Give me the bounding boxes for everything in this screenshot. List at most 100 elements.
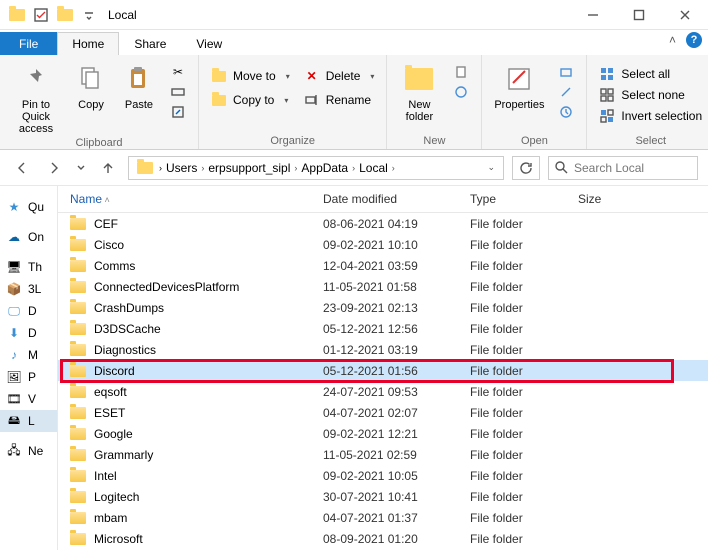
invert-icon — [599, 108, 615, 124]
nav-onedrive[interactable]: ☁On — [0, 226, 57, 248]
copy-to-button[interactable]: Copy to — [207, 91, 294, 109]
folder-icon — [70, 470, 86, 482]
group-new: New folder New — [387, 55, 482, 149]
invert-selection-button[interactable]: Invert selection — [595, 107, 706, 125]
qat-folder-icon[interactable] — [6, 4, 28, 26]
nav-this-pc[interactable]: 🖥Th — [0, 256, 57, 278]
maximize-button[interactable] — [616, 0, 662, 30]
open-icon — [558, 64, 574, 80]
folder-icon — [70, 344, 86, 356]
qat-checkbox[interactable] — [30, 4, 52, 26]
breadcrumb-item[interactable]: Local› — [357, 161, 397, 175]
nav-quick-access[interactable]: ★Qu — [0, 196, 57, 218]
file-row[interactable]: Cisco09-02-2021 10:10File folder — [58, 234, 708, 255]
ribbon: Pin to Quick access Copy Paste ✂ Clipboa… — [0, 55, 708, 150]
tab-file[interactable]: File — [0, 32, 57, 55]
file-row[interactable]: ConnectedDevicesPlatform11-05-2021 01:58… — [58, 276, 708, 297]
file-row[interactable]: D3DSCache05-12-2021 12:56File folder — [58, 318, 708, 339]
collapse-ribbon-icon[interactable]: ˄ — [669, 33, 676, 47]
nav-videos[interactable]: 🎞V — [0, 388, 57, 410]
nav-3d[interactable]: 📦3L — [0, 278, 57, 300]
file-row[interactable]: Microsoft08-09-2021 01:20File folder — [58, 528, 708, 549]
nav-downloads[interactable]: ⬇D — [0, 322, 57, 344]
file-row[interactable]: Discord05-12-2021 01:56File folder — [58, 360, 708, 381]
file-row[interactable]: Logitech30-07-2021 10:41File folder — [58, 486, 708, 507]
col-type[interactable]: Type — [470, 192, 578, 206]
new-item-icon — [453, 64, 469, 80]
folder-icon — [70, 323, 86, 335]
edit-icon — [558, 84, 574, 100]
col-size[interactable]: Size — [578, 192, 658, 206]
nav-pictures[interactable]: 🖼P — [0, 366, 57, 388]
copy-button[interactable]: Copy — [70, 59, 112, 111]
select-none-icon — [599, 87, 615, 103]
file-row[interactable]: Diagnostics01-12-2021 03:19File folder — [58, 339, 708, 360]
move-to-button[interactable]: Move to — [207, 67, 294, 85]
new-item-button[interactable] — [449, 63, 473, 81]
paste-shortcut-button[interactable] — [166, 103, 190, 121]
file-row[interactable]: Google09-02-2021 12:21File folder — [58, 423, 708, 444]
properties-button[interactable]: Properties — [490, 59, 548, 111]
breadcrumb-item[interactable]: Users› — [164, 161, 206, 175]
recent-locations-button[interactable] — [74, 156, 88, 180]
folder-icon — [70, 491, 86, 503]
file-row[interactable]: mbam04-07-2021 01:37File folder — [58, 507, 708, 528]
address-dropdown[interactable]: ⌄ — [483, 162, 499, 173]
breadcrumb-item[interactable]: erpsupport_sipl› — [206, 161, 299, 175]
new-folder-button[interactable]: New folder — [395, 59, 443, 123]
up-button[interactable] — [96, 156, 120, 180]
pin-icon — [20, 63, 52, 95]
select-all-button[interactable]: Select all — [595, 65, 706, 83]
nav-desktop[interactable]: 🖵D — [0, 300, 57, 322]
group-select: Select all Select none Invert selection … — [587, 55, 708, 149]
search-input[interactable]: Search Local — [548, 156, 698, 180]
chevron-right-icon[interactable]: › — [159, 163, 162, 173]
nav-local-disk[interactable]: 🖴L — [0, 410, 57, 432]
search-icon — [555, 161, 568, 174]
refresh-button[interactable] — [512, 156, 540, 180]
easy-access-button[interactable] — [449, 83, 473, 101]
history-button[interactable] — [554, 103, 578, 121]
pin-to-quick-access-button[interactable]: Pin to Quick access — [8, 59, 64, 135]
col-date[interactable]: Date modified — [323, 192, 470, 206]
open-button[interactable] — [554, 63, 578, 81]
folder-icon — [70, 449, 86, 461]
rename-button[interactable]: Rename — [300, 91, 379, 109]
folder-icon — [70, 302, 86, 314]
file-row[interactable]: CrashDumps23-09-2021 02:13File folder — [58, 297, 708, 318]
paste-button[interactable]: Paste — [118, 59, 160, 111]
nav-pane[interactable]: ★Qu ☁On 🖥Th 📦3L 🖵D ⬇D ♪M 🖼P 🎞V 🖴L 🖧Ne — [0, 186, 58, 550]
select-none-button[interactable]: Select none — [595, 86, 706, 104]
file-row[interactable]: Intel09-02-2021 10:05File folder — [58, 465, 708, 486]
folder-icon — [70, 386, 86, 398]
file-list: Name Date modified Type Size CEF08-06-20… — [58, 186, 708, 550]
help-icon[interactable]: ? — [686, 32, 702, 48]
breadcrumb-item[interactable]: AppData› — [299, 161, 357, 175]
folder-icon — [70, 533, 86, 545]
file-row[interactable]: ESET04-07-2021 02:07File folder — [58, 402, 708, 423]
tab-home[interactable]: Home — [57, 32, 119, 55]
delete-button[interactable]: ✕Delete — [300, 67, 379, 85]
close-button[interactable] — [662, 0, 708, 30]
folder-icon — [70, 407, 86, 419]
address-bar[interactable]: › Users›erpsupport_sipl›AppData›Local› ⌄ — [128, 156, 504, 180]
copy-path-button[interactable] — [166, 83, 190, 101]
col-name[interactable]: Name — [70, 192, 323, 206]
copyto-icon — [211, 92, 227, 108]
minimize-button[interactable] — [570, 0, 616, 30]
qat-folder2-icon[interactable] — [54, 4, 76, 26]
edit-button[interactable] — [554, 83, 578, 101]
nav-network[interactable]: 🖧Ne — [0, 440, 57, 462]
nav-music[interactable]: ♪M — [0, 344, 57, 366]
qat-overflow[interactable] — [78, 4, 100, 26]
file-row[interactable]: eqsoft24-07-2021 09:53File folder — [58, 381, 708, 402]
column-headers[interactable]: Name Date modified Type Size — [58, 186, 708, 213]
file-row[interactable]: Grammarly11-05-2021 02:59File folder — [58, 444, 708, 465]
forward-button[interactable] — [42, 156, 66, 180]
tab-view[interactable]: View — [181, 32, 237, 55]
back-button[interactable] — [10, 156, 34, 180]
cut-button[interactable]: ✂ — [166, 63, 190, 81]
tab-share[interactable]: Share — [119, 32, 181, 55]
file-row[interactable]: Comms12-04-2021 03:59File folder — [58, 255, 708, 276]
file-row[interactable]: CEF08-06-2021 04:19File folder — [58, 213, 708, 234]
